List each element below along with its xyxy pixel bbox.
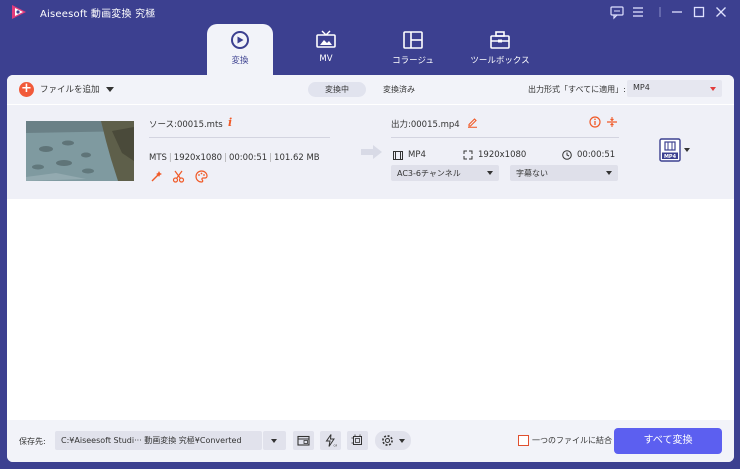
info-circle-icon[interactable] (589, 116, 601, 128)
convert-icon (231, 31, 249, 49)
app-window: Aiseesoft 動画変換 究極 変換 MV コラージュ ツールボックス + … (0, 0, 740, 469)
tab-label: 変換 (231, 56, 249, 66)
info-icon[interactable]: i (228, 116, 232, 129)
tab-label: コラージュ (392, 56, 434, 66)
output-format-icon[interactable]: MP4 (659, 138, 681, 162)
folder-icon (297, 435, 310, 446)
chevron-down-icon (606, 171, 612, 175)
palette-icon[interactable] (195, 170, 208, 183)
video-thumbnail[interactable] (26, 121, 134, 181)
audio-track-select[interactable]: AC3-6チャンネル (391, 165, 499, 181)
tab-mv[interactable]: MV (293, 24, 359, 73)
add-file-button[interactable]: + ファイルを追加 (19, 81, 114, 97)
output-resolution-info: 1920x1080 (463, 150, 526, 160)
gpu-off-button[interactable] (347, 431, 368, 450)
source-format: MTS (149, 153, 167, 163)
svg-text:OFF: OFF (334, 444, 338, 448)
hardware-accel-off-button[interactable]: OFF (320, 431, 341, 450)
audio-track-value: AC3-6チャンネル (397, 169, 461, 178)
save-to-label: 保存先: (19, 437, 46, 446)
source-size: 101.62 MB (274, 153, 320, 163)
chip-off-icon (351, 434, 362, 445)
collage-icon (403, 31, 423, 49)
output-format-label: 出力形式「すべてに適用」: (528, 85, 626, 94)
app-logo-icon (12, 5, 26, 19)
source-meta: MTS | 1920x1080 | 00:00:51 | 101.62 MB (149, 153, 320, 163)
source-duration: 00:00:51 (228, 153, 268, 163)
tab-converting[interactable]: 変換中 (308, 82, 366, 97)
settings-button[interactable] (375, 431, 411, 450)
edit-name-icon[interactable] (467, 117, 478, 128)
film-icon (393, 150, 403, 160)
tab-label: MV (319, 54, 333, 64)
merge-label: 一つのファイルに結合 (532, 436, 612, 445)
title-bar: Aiseesoft 動画変換 究極 (0, 0, 740, 24)
bottom-bar: 保存先: C:¥Aiseesoft Studi··· 動画変換 究極¥Conve… (7, 420, 734, 462)
clock-icon (562, 150, 572, 160)
subtitle-select[interactable]: 字幕ない (510, 165, 618, 181)
tv-icon (316, 30, 336, 48)
output-duration: 00:00:51 (577, 150, 616, 160)
divider (149, 137, 330, 138)
app-title: Aiseesoft 動画変換 究極 (40, 9, 156, 20)
tab-label: ツールボックス (470, 56, 530, 66)
save-path-value: C:¥Aiseesoft Studi··· 動画変換 究極¥Converted (61, 436, 242, 445)
convert-all-button[interactable]: すべて変換 (614, 428, 722, 454)
menu-icon[interactable] (630, 4, 646, 20)
chevron-down-icon[interactable] (684, 148, 690, 152)
chevron-down-icon[interactable] (105, 86, 114, 92)
resize-icon (463, 150, 473, 160)
scissors-icon[interactable] (172, 170, 185, 183)
arrow-right-icon (361, 145, 382, 159)
maximize-icon[interactable] (691, 4, 707, 20)
lightning-off-icon: OFF (325, 434, 338, 448)
chevron-down-icon (399, 439, 405, 443)
output-duration-info: 00:00:51 (562, 150, 615, 160)
magic-wand-icon[interactable] (150, 170, 163, 183)
add-file-label: ファイルを追加 (40, 85, 100, 95)
compress-icon[interactable] (606, 116, 618, 128)
separator (652, 4, 668, 20)
chevron-down-icon (487, 171, 493, 175)
tab-toolbox[interactable]: ツールボックス (467, 24, 533, 73)
convert-toolbar: + ファイルを追加 変換中 変換済み 出力形式「すべてに適用」: MP4 (7, 75, 734, 104)
divider (391, 137, 619, 138)
output-format-select[interactable]: MP4 (627, 80, 722, 97)
save-path-dropdown[interactable] (263, 431, 286, 450)
output-format-value: MP4 (633, 83, 650, 92)
toolbox-icon (490, 31, 510, 49)
gear-icon (382, 435, 393, 446)
main-content: + ファイルを追加 変換中 変換済み 出力形式「すべてに適用」: MP4 ソース… (7, 75, 734, 462)
save-path-field[interactable]: C:¥Aiseesoft Studi··· 動画変換 究極¥Converted (55, 431, 262, 450)
minimize-icon[interactable] (669, 4, 685, 20)
chevron-down-icon (271, 439, 277, 443)
output-resolution: 1920x1080 (478, 150, 527, 160)
chevron-down-icon (710, 87, 716, 91)
merge-checkbox[interactable] (518, 435, 529, 446)
format-badge: MP4 (664, 154, 677, 160)
file-item: ソース:00015.mts i MTS | 1920x1080 | 00:00:51 | 1… (7, 105, 734, 199)
plus-icon: + (19, 81, 34, 97)
feedback-icon[interactable] (609, 4, 625, 20)
open-folder-button[interactable] (293, 431, 314, 450)
output-format: MP4 (408, 150, 426, 160)
output-format-info: MP4 (393, 150, 426, 160)
source-file-name: ソース:00015.mts (149, 120, 223, 130)
tab-convert[interactable]: 変換 (207, 24, 273, 75)
tab-converted[interactable]: 変換済み (375, 82, 423, 97)
source-resolution: 1920x1080 (173, 153, 223, 163)
output-file-name: 出力:00015.mp4 (391, 120, 460, 130)
close-icon[interactable] (713, 4, 729, 20)
tab-collage[interactable]: コラージュ (380, 24, 446, 73)
subtitle-value: 字幕ない (516, 169, 548, 178)
